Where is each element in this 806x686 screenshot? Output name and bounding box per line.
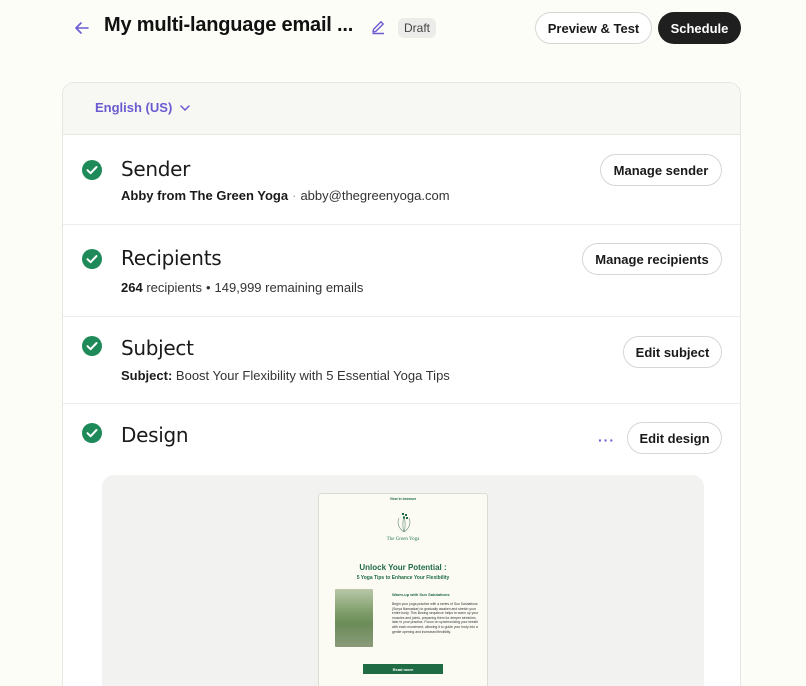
subject-title: Subject	[121, 336, 194, 360]
check-circle-icon	[82, 336, 102, 356]
recipients-title: Recipients	[121, 246, 222, 270]
lotus-logo-icon	[397, 513, 411, 533]
language-bar: English (US)	[63, 83, 740, 135]
top-bar: My multi-language email ... Draft Previe…	[0, 0, 806, 56]
edit-subject-button[interactable]: Edit subject	[623, 336, 722, 368]
arrow-left-icon	[75, 22, 89, 34]
email-read-more-button: Read more	[363, 664, 443, 674]
email-subheadline: 5 Yoga Tips to Enhance Your Flexibility	[356, 575, 450, 581]
pencil-icon	[372, 21, 384, 35]
page-title: My multi-language email ...	[104, 14, 354, 36]
view-in-browser-link: View in browser	[389, 497, 417, 501]
recipients-separator: •	[205, 280, 211, 295]
email-brand-name: The Green Yoga	[386, 537, 420, 542]
subject-section: Subject Subject: Boost Your Flexibility …	[63, 317, 740, 404]
design-title: Design	[121, 423, 189, 447]
yoga-photo	[335, 589, 373, 647]
email-thumbnail[interactable]: View in browser The Green Yoga Unlock Yo…	[318, 493, 488, 686]
schedule-button[interactable]: Schedule	[658, 12, 741, 44]
campaign-card: English (US) Sender Abby from The Green …	[62, 82, 741, 686]
sender-separator: ·	[292, 188, 297, 203]
email-body-text: Begin your yoga practice with a series o…	[392, 602, 479, 634]
recipients-details: 264 recipients • 149,999 remaining emails	[121, 280, 363, 295]
subject-details: Subject: Boost Your Flexibility with 5 E…	[121, 368, 450, 383]
recipients-count: 264	[121, 280, 143, 295]
sender-title: Sender	[121, 157, 191, 181]
language-select[interactable]: English (US)	[95, 100, 191, 115]
sender-details: Abby from The Green Yoga · abby@thegreenyo…	[121, 188, 450, 203]
back-button[interactable]	[72, 18, 92, 38]
check-circle-icon	[82, 160, 102, 180]
subject-label: Subject:	[121, 368, 173, 383]
check-circle-icon	[82, 249, 102, 269]
language-selected-label: English (US)	[95, 100, 173, 115]
sender-email: abby@thegreenyoga.com	[300, 188, 450, 203]
subject-value: Boost Your Flexibility with 5 Essential …	[175, 368, 450, 383]
recipients-count-label: recipients	[146, 280, 202, 295]
remaining-emails: 149,999 remaining emails	[214, 280, 364, 295]
chevron-down-icon	[180, 104, 191, 111]
edit-title-button[interactable]	[370, 19, 388, 37]
preview-test-button[interactable]: Preview & Test	[535, 12, 652, 44]
email-section-title: Warm-up with Sun Salutations	[392, 592, 450, 597]
email-preview-area: View in browser The Green Yoga Unlock Yo…	[102, 475, 704, 686]
sender-section: Sender Abby from The Green Yoga · abby@the…	[63, 135, 740, 225]
email-headline: Unlock Your Potential :	[359, 563, 447, 572]
manage-recipients-button[interactable]: Manage recipients	[582, 243, 722, 275]
manage-sender-button[interactable]: Manage sender	[600, 154, 722, 186]
recipients-section: Recipients 264 recipients • 149,999 remain…	[63, 225, 740, 317]
edit-design-button[interactable]: Edit design	[627, 422, 722, 454]
status-badge: Draft	[398, 18, 437, 38]
more-options-button[interactable]: ···	[598, 432, 615, 448]
sender-name: Abby from The Green Yoga	[121, 188, 289, 203]
check-circle-icon	[82, 423, 102, 443]
